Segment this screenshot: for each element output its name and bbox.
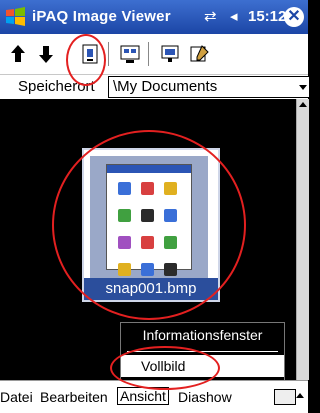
chevron-down-icon[interactable] bbox=[299, 85, 307, 90]
window-title: iPAQ Image Viewer bbox=[32, 8, 171, 25]
scroll-up-icon[interactable] bbox=[299, 102, 307, 107]
slideshow-icon[interactable] bbox=[158, 42, 182, 66]
menu-bearbeiten[interactable]: Bearbeiten bbox=[40, 389, 108, 405]
clock[interactable]: 15:12 bbox=[248, 8, 286, 25]
thumbnail-frame bbox=[90, 156, 208, 278]
input-panel-arrow-icon[interactable] bbox=[296, 393, 304, 398]
vertical-scrollbar[interactable] bbox=[296, 99, 309, 380]
move-up-icon[interactable] bbox=[6, 42, 30, 66]
thumbnail-preview bbox=[106, 164, 192, 276]
thumbnail-caption: snap001.bmp bbox=[84, 278, 218, 300]
menu-item-label: Vollbild bbox=[141, 358, 186, 374]
keyboard-icon[interactable] bbox=[274, 389, 296, 405]
title-bar: iPAQ Image Viewer ⇄ ◂ 15:12 ✕ bbox=[0, 0, 308, 34]
volume-icon[interactable]: ◂ bbox=[230, 7, 238, 25]
edit-image-icon[interactable] bbox=[188, 42, 212, 66]
menu-diashow[interactable]: Diashow bbox=[178, 389, 232, 405]
close-icon[interactable]: ✕ bbox=[284, 7, 304, 27]
thumbnail-icon-grid bbox=[113, 179, 185, 287]
toolbar-separator bbox=[148, 42, 149, 66]
location-select[interactable]: \My Documents bbox=[108, 76, 309, 98]
menu-divider bbox=[127, 351, 278, 352]
move-down-icon[interactable] bbox=[34, 42, 58, 66]
details-view-icon[interactable] bbox=[78, 42, 102, 66]
toolbar-separator bbox=[108, 42, 109, 66]
context-menu: Informationsfenster Vollbild bbox=[120, 322, 285, 382]
connectivity-icon[interactable]: ⇄ bbox=[204, 7, 217, 25]
toolbar bbox=[0, 34, 308, 75]
location-value: \My Documents bbox=[113, 78, 218, 95]
menu-ansicht[interactable]: Ansicht bbox=[117, 387, 169, 405]
menu-bar: Datei Bearbeiten Ansicht Diashow bbox=[0, 380, 308, 413]
location-label: Speicherort bbox=[18, 78, 95, 95]
windows-start-icon[interactable] bbox=[4, 6, 28, 28]
menu-datei[interactable]: Datei bbox=[0, 389, 33, 405]
image-thumbnail[interactable]: snap001.bmp bbox=[82, 148, 220, 302]
menu-item-informationsfenster[interactable]: Informationsfenster bbox=[121, 327, 284, 343]
menu-item-vollbild[interactable]: Vollbild bbox=[121, 355, 284, 377]
location-bar: Speicherort \My Documents bbox=[0, 75, 309, 99]
thumbnail-view-icon[interactable] bbox=[118, 42, 142, 66]
